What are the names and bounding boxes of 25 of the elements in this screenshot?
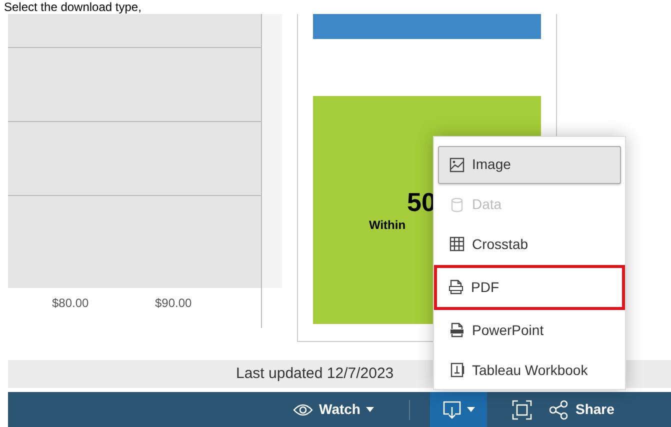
image-icon [449, 156, 465, 173]
download-button[interactable] [430, 392, 488, 427]
last-updated-text: Last updated 12/7/2023 [236, 364, 394, 384]
caret-icon [366, 407, 374, 412]
book-icon [449, 362, 465, 378]
cylinder-icon [449, 196, 465, 212]
download-icon [442, 400, 461, 418]
caret-icon [466, 407, 475, 412]
menu-item[interactable]: Image [438, 146, 621, 184]
document-icon [448, 279, 464, 296]
kpi-caption: Within [369, 217, 406, 234]
menu-item[interactable]: PowerPoint [438, 312, 621, 350]
instruction-text: Select the download type, [3, 0, 142, 14]
table-icon [449, 236, 465, 252]
menu-item[interactable]: Tableau Workbook [438, 351, 621, 389]
eye-icon [293, 402, 313, 416]
axis-label: $80.00 [52, 295, 90, 312]
fullscreen-icon [512, 400, 532, 420]
watch-button[interactable]: Watch [285, 392, 382, 427]
share-button[interactable]: Share [545, 392, 618, 427]
share-icon [549, 400, 570, 420]
document-icon [449, 322, 465, 338]
menu-item[interactable]: PDF [434, 265, 625, 310]
axis-label: $90.00 [155, 295, 193, 312]
menu-item[interactable]: Crosstab [438, 225, 621, 264]
